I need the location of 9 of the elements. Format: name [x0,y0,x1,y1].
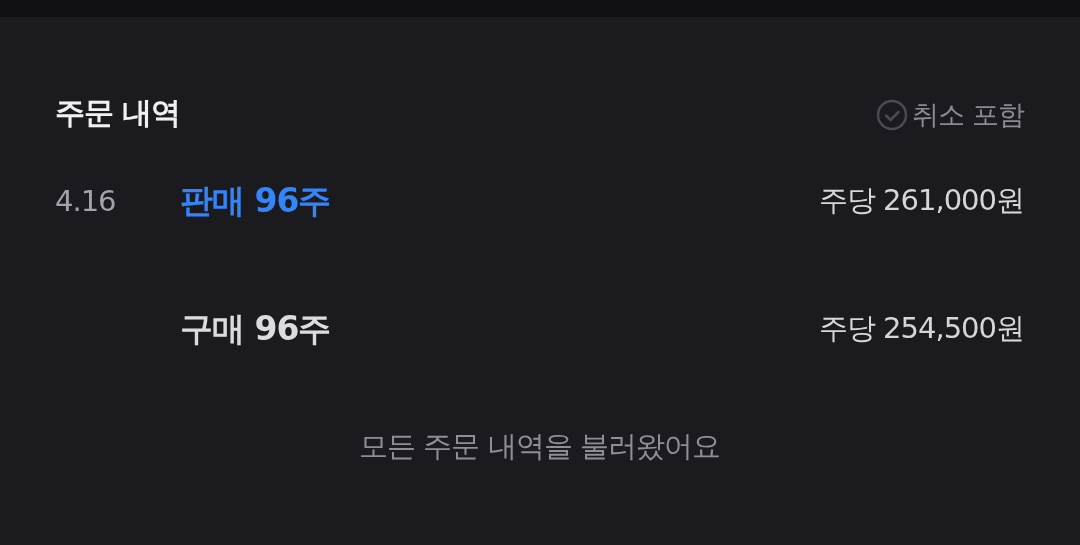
section-title: 주문 내역 [55,94,181,132]
order-quantity: 판매 96주 [180,179,332,222]
order-price: 주당 254,500원 [818,310,1024,347]
order-quantity: 구매 96주 [180,307,332,350]
footer-message: 모든 주문 내역을 불러왔어요 [358,428,721,465]
order-price: 주당 261,000원 [818,182,1024,219]
include-cancelled-checkbox[interactable]: 취소 포함 [876,97,1024,133]
check-circle-icon [876,99,909,131]
order-date: 4.16 [55,184,116,218]
